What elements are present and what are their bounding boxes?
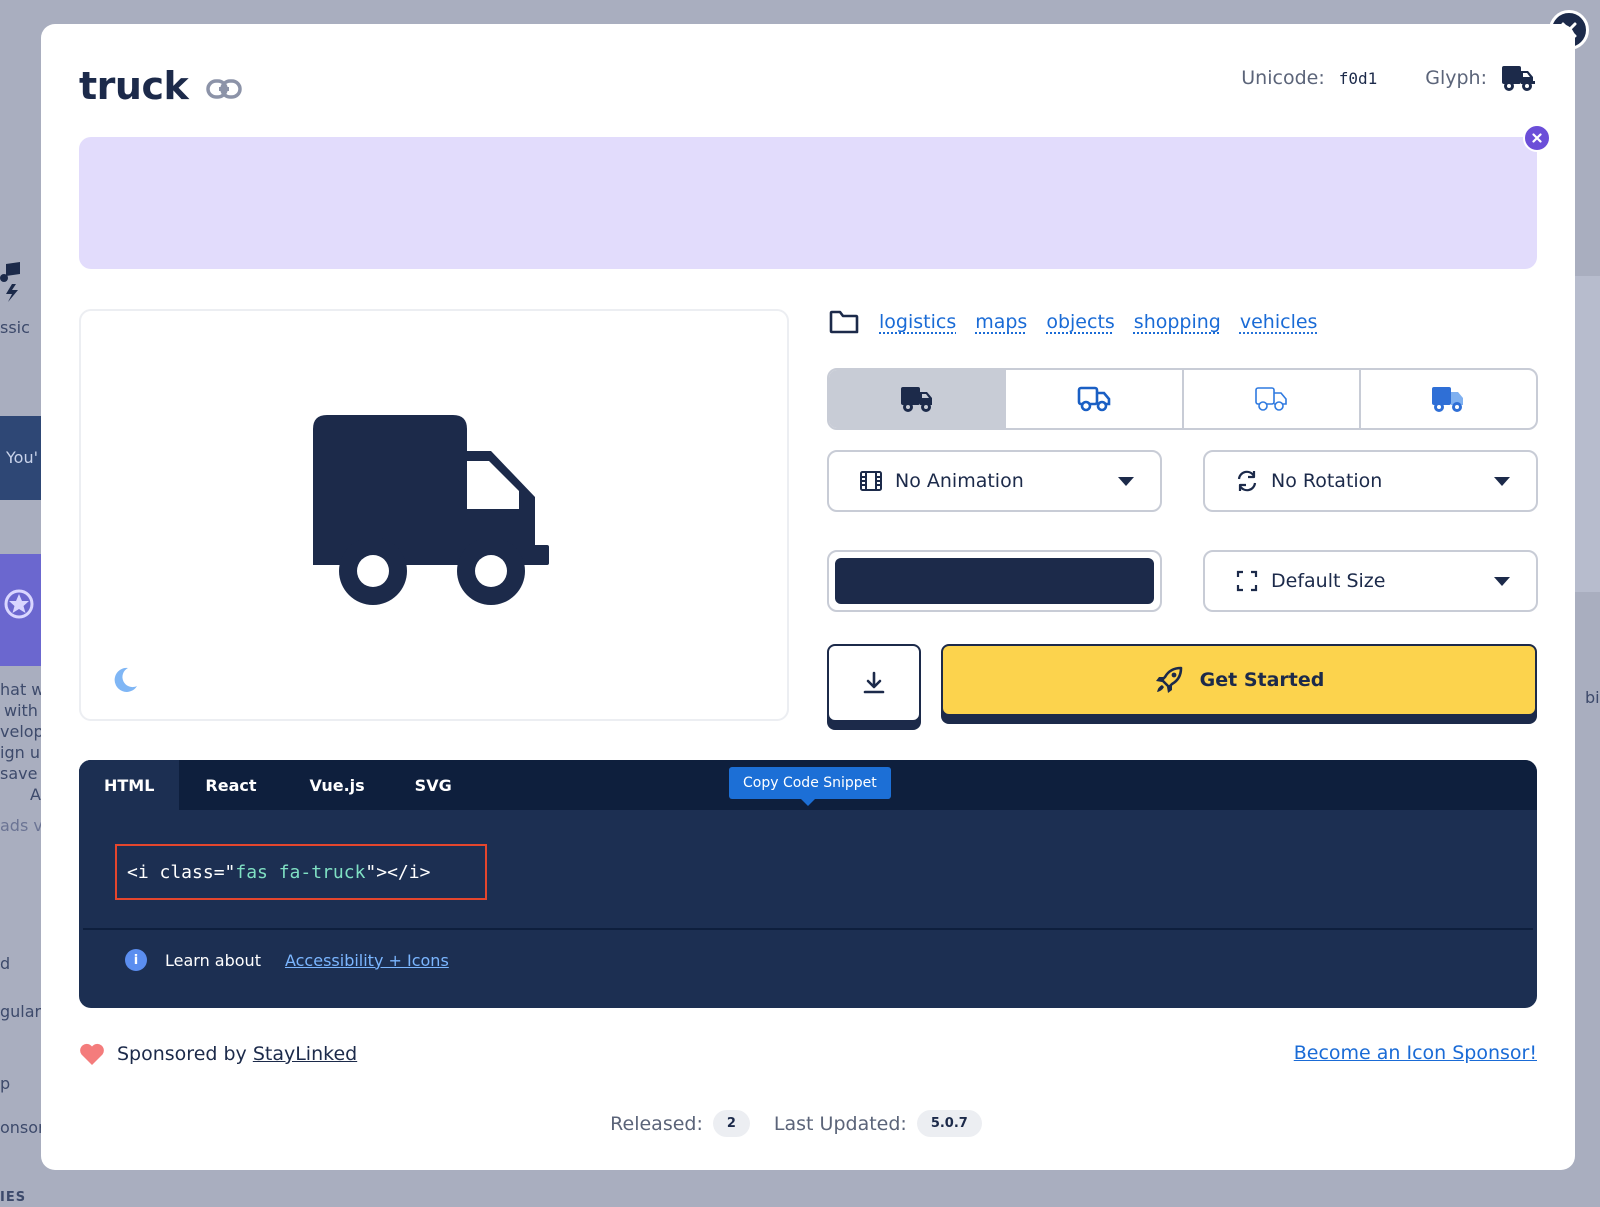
title-row: truck: [79, 64, 243, 108]
bg-text-6: A: [30, 785, 41, 804]
bg-text-4: ign u: [0, 743, 40, 762]
truck-solid-icon: [900, 387, 932, 412]
chevron-down-icon: [1494, 576, 1510, 586]
moon-icon[interactable]: [111, 666, 139, 694]
bg-text-12: IES: [0, 1190, 27, 1205]
tab-react[interactable]: React: [179, 760, 284, 810]
glyph-label: Glyph:: [1425, 67, 1487, 89]
rotate-icon: [1237, 470, 1257, 492]
icon-preview-panel: [79, 309, 789, 721]
animation-select-value: No Animation: [895, 470, 1024, 492]
style-option-regular[interactable]: [1006, 370, 1184, 428]
color-swatch: [835, 558, 1154, 604]
category-link-shopping[interactable]: shopping: [1134, 311, 1221, 333]
expand-icon: [1236, 570, 1258, 592]
bg-text-9: gular: [0, 1002, 42, 1021]
rotation-select-value: No Rotation: [1271, 470, 1383, 492]
code-divider: [83, 928, 1533, 930]
get-started-button[interactable]: Get Started: [941, 644, 1537, 716]
category-link-vehicles[interactable]: vehicles: [1240, 311, 1318, 333]
close-icon: [1532, 133, 1542, 143]
tab-vuejs[interactable]: Vue.js: [285, 760, 390, 810]
rotation-select[interactable]: No Rotation: [1203, 450, 1538, 512]
icon-style-selector: [827, 368, 1538, 430]
learn-about-text: Learn about: [165, 950, 261, 970]
snippet-prefix: <i class=": [127, 861, 236, 883]
truck-light-icon: [1255, 387, 1287, 411]
category-list: logistics maps objects shopping vehicles: [829, 309, 1336, 335]
star-badge-icon: [4, 589, 34, 619]
sponsored-by-text: Sponsored by: [117, 1043, 247, 1065]
download-button[interactable]: [827, 644, 921, 722]
heart-icon: [80, 1043, 104, 1065]
info-icon: i: [125, 949, 147, 971]
bg-text-1: hat w: [0, 680, 45, 699]
icon-detail-modal: truck Unicode: f0d1 Glyph: logistics map…: [41, 24, 1575, 1170]
film-icon: [860, 471, 882, 491]
size-select[interactable]: Default Size: [1203, 550, 1538, 612]
animation-select[interactable]: No Animation: [827, 450, 1162, 512]
accessibility-link[interactable]: Accessibility + Icons: [285, 951, 449, 970]
style-option-duotone[interactable]: [1361, 370, 1536, 428]
bg-text-youre: You': [6, 448, 38, 467]
snippet-suffix: "></i>: [365, 861, 431, 883]
become-sponsor-link[interactable]: Become an Icon Sponsor!: [1294, 1042, 1537, 1064]
bg-text-2: with: [4, 701, 38, 720]
version-info: Released: 2 Last Updated: 5.0.7: [41, 1110, 1575, 1137]
style-option-light[interactable]: [1184, 370, 1361, 428]
code-snippet-panel: HTML React Vue.js SVG Copy Code Snippet …: [79, 760, 1537, 1008]
sponsor-link[interactable]: StayLinked: [253, 1043, 357, 1065]
bg-text-13: bi: [1585, 688, 1600, 707]
bg-text-3: velop: [0, 722, 44, 741]
bg-text-classic: ssic: [0, 318, 30, 337]
bg-text-10: p: [0, 1074, 11, 1093]
rocket-icon: [1155, 666, 1182, 693]
category-link-objects[interactable]: objects: [1046, 311, 1114, 333]
unicode-label: Unicode:: [1241, 67, 1325, 89]
tab-html[interactable]: HTML: [79, 760, 180, 810]
bg-right-panel: [1575, 276, 1600, 592]
learn-about-row: i Learn about Accessibility + Icons: [125, 949, 449, 971]
link-icon[interactable]: [206, 77, 243, 101]
chevron-down-icon: [1118, 476, 1134, 486]
icon-title: truck: [79, 64, 189, 108]
close-ad-button[interactable]: [1523, 124, 1551, 152]
code-snippet[interactable]: <i class=" fas fa-truck "></i>: [115, 844, 487, 900]
truck-preview-icon: [313, 415, 549, 605]
released-badge: 2: [712, 1110, 750, 1137]
bg-text-8: d: [0, 954, 11, 973]
color-picker[interactable]: [827, 550, 1162, 612]
chevron-down-icon: [1494, 476, 1510, 486]
copy-code-tooltip: Copy Code Snippet: [729, 767, 891, 806]
folder-icon: [829, 310, 859, 334]
sponsor-row: Sponsored by StayLinked: [79, 1042, 357, 1066]
truck-glyph-icon[interactable]: [1501, 64, 1535, 92]
truck-regular-icon: [1077, 386, 1111, 412]
bg-text-5: save: [0, 764, 38, 783]
last-updated-badge: 5.0.7: [916, 1110, 982, 1137]
tab-svg[interactable]: SVG: [390, 760, 477, 810]
music-icon: [0, 262, 20, 302]
category-link-maps[interactable]: maps: [975, 311, 1027, 333]
snippet-class-value: fas fa-truck: [235, 861, 366, 883]
truck-duotone-icon: [1432, 387, 1464, 412]
last-updated-label: Last Updated:: [773, 1112, 907, 1135]
ad-banner[interactable]: [79, 137, 1537, 269]
get-started-label: Get Started: [1199, 669, 1325, 691]
size-select-value: Default Size: [1271, 570, 1386, 592]
style-option-solid[interactable]: [829, 370, 1007, 428]
download-icon: [863, 671, 885, 694]
unicode-value[interactable]: f0d1: [1339, 69, 1378, 88]
unicode-glyph-info: Unicode: f0d1 Glyph:: [1241, 64, 1535, 92]
released-label: Released:: [610, 1112, 703, 1135]
category-link-logistics[interactable]: logistics: [879, 311, 956, 333]
